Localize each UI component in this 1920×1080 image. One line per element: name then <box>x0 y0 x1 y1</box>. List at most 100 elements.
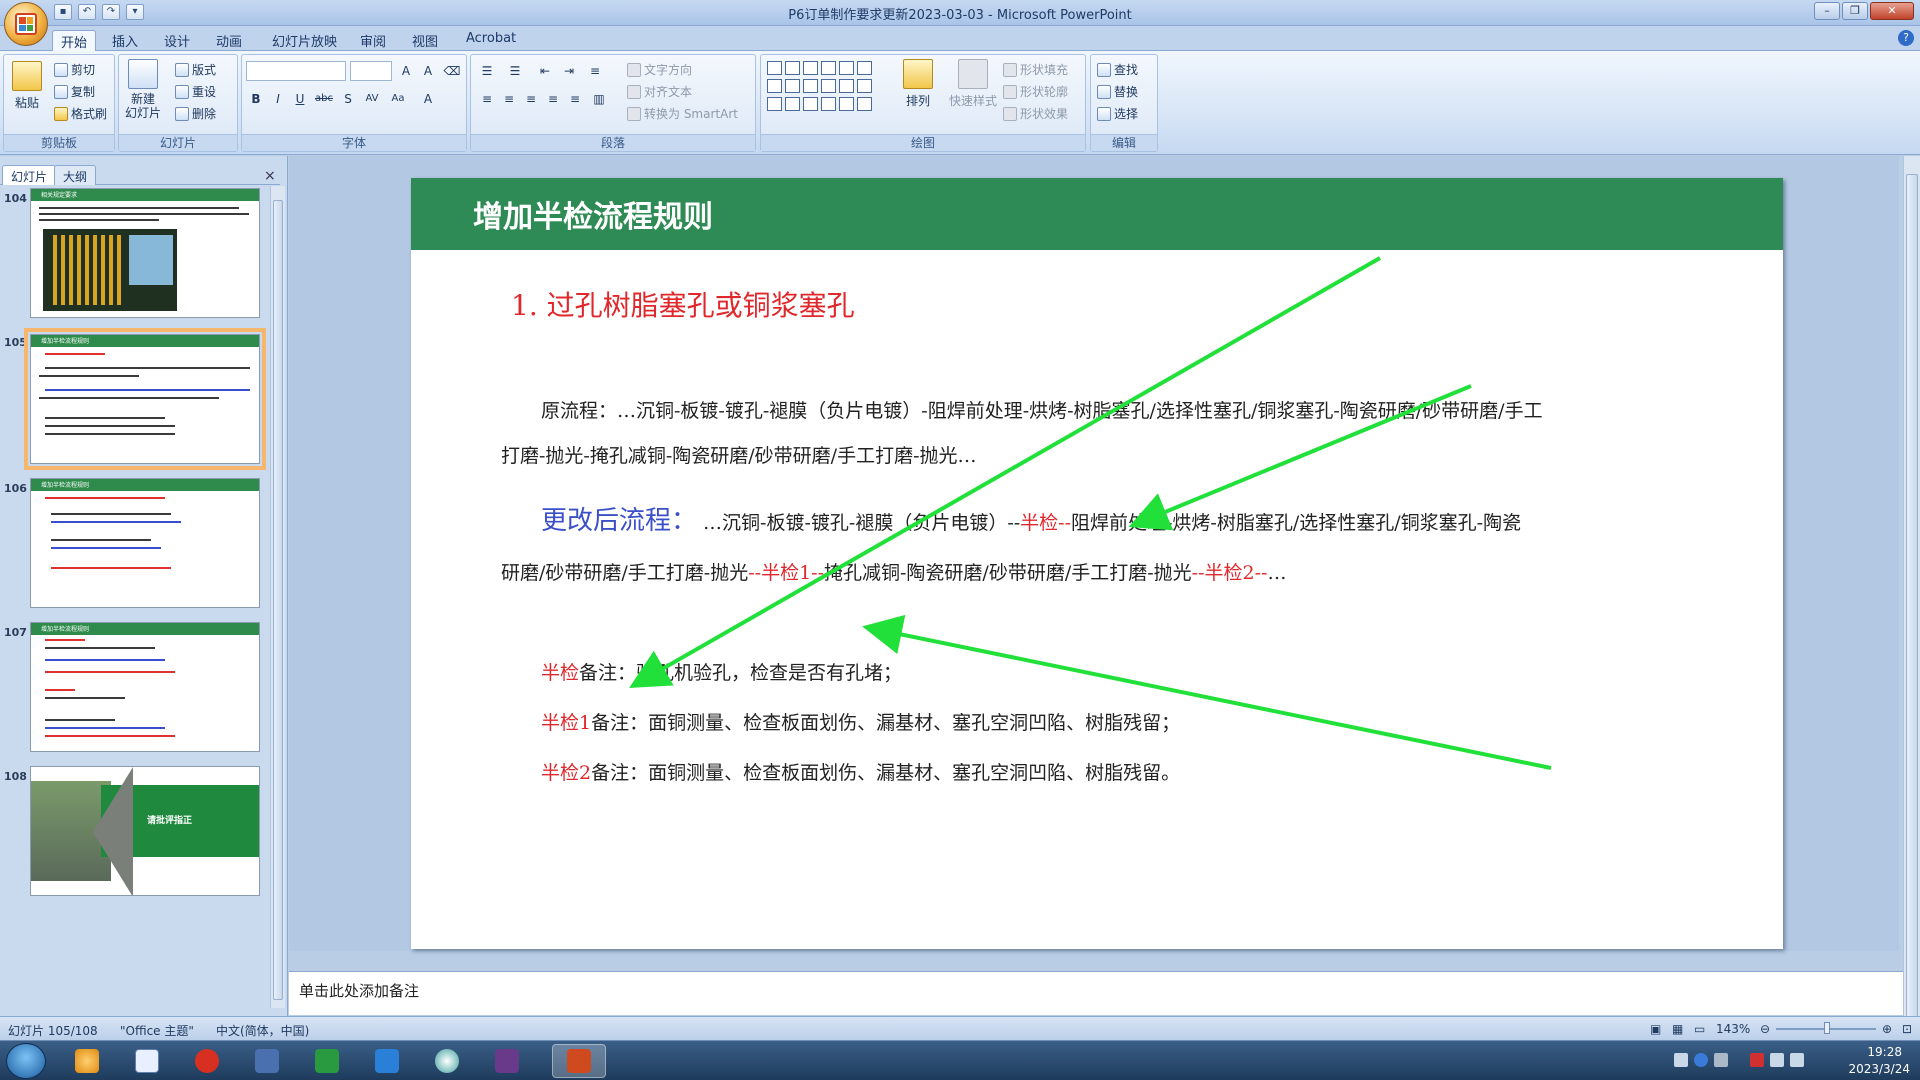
clock-time[interactable]: 19:28 <box>1867 1045 1902 1059</box>
underline-button[interactable]: U <box>290 89 310 109</box>
language[interactable]: 中文(简体，中国) <box>216 1022 309 1039</box>
text-direction-button[interactable]: 文字方向 <box>627 61 692 78</box>
layout-button[interactable]: 版式 <box>175 61 216 78</box>
help-tray-icon[interactable] <box>1694 1053 1708 1067</box>
distribute-button[interactable]: ≡ <box>565 89 585 109</box>
line-spacing-button[interactable]: ≡ <box>585 61 605 81</box>
fit-slide-icon[interactable]: ⊡ <box>1902 1022 1912 1036</box>
tab-slides[interactable]: 幻灯片 <box>2 165 57 185</box>
taskbar-app-green[interactable] <box>300 1044 354 1078</box>
justify-button[interactable]: ≡ <box>543 89 563 109</box>
tab-home[interactable]: 开始 <box>52 30 97 51</box>
numbering-button[interactable]: ☰ <box>505 61 525 81</box>
replace-button[interactable]: 替换 <box>1097 83 1138 100</box>
taskbar-app-shell[interactable] <box>60 1044 114 1078</box>
close-pane-icon[interactable]: × <box>264 168 276 184</box>
find-button[interactable]: 查找 <box>1097 61 1138 78</box>
new-slide-button[interactable]: 新建 幻灯片 <box>125 59 161 120</box>
floppy-icon <box>255 1049 279 1073</box>
reset-button[interactable]: 重设 <box>175 83 216 100</box>
shape-outline-button[interactable]: 形状轮廓 <box>1003 83 1068 100</box>
tab-view[interactable]: 视图 <box>404 30 446 51</box>
notes-pane[interactable]: 单击此处添加备注 <box>289 971 1903 1015</box>
align-text-button[interactable]: 对齐文本 <box>627 83 692 100</box>
slide-thumbnail-108[interactable]: 请批评指正 <box>30 766 260 896</box>
font-name-combo[interactable] <box>246 61 346 81</box>
new-slide-icon <box>128 59 158 89</box>
start-button[interactable] <box>6 1043 46 1079</box>
maximize-button[interactable]: ❐ <box>1842 2 1868 20</box>
shrink-font-button[interactable]: A <box>418 61 438 81</box>
tab-outline[interactable]: 大纲 <box>54 165 97 185</box>
align-left-button[interactable]: ≡ <box>477 89 497 109</box>
tab-design[interactable]: 设计 <box>156 30 198 51</box>
slide-canvas[interactable]: 增加半检流程规则 1. 过孔树脂塞孔或铜浆塞孔 原流程：…沉铜-板镀-镀孔-褪膜… <box>411 178 1783 949</box>
thumbnail-scrollbar[interactable] <box>270 186 285 1008</box>
decrease-indent-button[interactable]: ⇤ <box>535 61 555 81</box>
font-color-button[interactable]: A <box>418 89 438 109</box>
font-size-combo[interactable] <box>350 61 392 81</box>
tab-insert[interactable]: 插入 <box>104 30 146 51</box>
flag-icon[interactable] <box>1750 1053 1764 1067</box>
keyboard-icon[interactable] <box>1674 1053 1688 1067</box>
taskbar-app-x[interactable] <box>480 1044 534 1078</box>
smartart-button[interactable]: 转换为 SmartArt <box>627 105 738 122</box>
arrange-button[interactable]: 排列 <box>903 59 933 109</box>
strikethrough-button[interactable]: abc <box>314 89 334 109</box>
notes-placeholder[interactable]: 单击此处添加备注 <box>299 980 419 1001</box>
shape-fill-button[interactable]: 形状填充 <box>1003 61 1068 78</box>
paste-button[interactable]: 粘贴 <box>12 61 42 111</box>
tray-icon[interactable] <box>1714 1053 1728 1067</box>
delete-slide-button[interactable]: 删除 <box>175 105 216 122</box>
slide-thumbnail-107[interactable]: 增加半检流程规则 <box>30 622 260 752</box>
tab-acrobat[interactable]: Acrobat <box>458 30 524 51</box>
slide-thumbnail-106[interactable]: 增加半检流程规则 <box>30 478 260 608</box>
zoom-slider-knob[interactable] <box>1824 1022 1830 1034</box>
minimize-button[interactable]: – <box>1814 2 1840 20</box>
sorter-view-icon[interactable]: ▦ <box>1672 1022 1683 1036</box>
clock-date[interactable]: 2023/3/24 <box>1848 1062 1910 1076</box>
clear-format-button[interactable]: ⌫ <box>442 61 462 81</box>
close-button[interactable]: ✕ <box>1870 2 1914 20</box>
quick-styles-button[interactable]: 快速样式 <box>949 59 997 109</box>
italic-button[interactable]: I <box>268 89 288 109</box>
tab-review[interactable]: 审阅 <box>352 30 394 51</box>
smartart-icon <box>627 106 641 121</box>
select-button[interactable]: 选择 <box>1097 105 1138 122</box>
network-icon[interactable] <box>1790 1053 1804 1067</box>
taskbar-app-red[interactable] <box>180 1044 234 1078</box>
change-case-button[interactable]: Aa <box>388 89 408 109</box>
taskbar-app-save[interactable] <box>240 1044 294 1078</box>
slide-thumbnail-105[interactable]: 增加半检流程规则 <box>24 328 266 470</box>
zoom-level[interactable]: 143% <box>1716 1022 1750 1036</box>
shape-effects-button[interactable]: 形状效果 <box>1003 105 1068 122</box>
shadow-button[interactable]: S <box>338 89 358 109</box>
zoom-in-icon[interactable]: ⊕ <box>1882 1022 1892 1036</box>
normal-view-icon[interactable]: ▣ <box>1650 1022 1661 1036</box>
volume-icon[interactable] <box>1770 1053 1784 1067</box>
zoom-out-icon[interactable]: ⊖ <box>1760 1022 1770 1036</box>
tab-slideshow[interactable]: 幻灯片放映 <box>264 30 345 51</box>
copy-button[interactable]: 复制 <box>54 83 95 100</box>
align-center-button[interactable]: ≡ <box>499 89 519 109</box>
spacing-button[interactable]: AV <box>362 89 382 109</box>
taskbar-app-powerpoint[interactable] <box>552 1044 606 1078</box>
taskbar-app-arrow[interactable] <box>360 1044 414 1078</box>
slideshow-view-icon[interactable]: ▭ <box>1694 1022 1705 1036</box>
bullets-button[interactable]: ☰ <box>477 61 497 81</box>
tab-animation[interactable]: 动画 <box>208 30 250 51</box>
grow-font-button[interactable]: A <box>396 61 416 81</box>
columns-button[interactable]: ▥ <box>589 89 609 109</box>
taskbar-app-eye[interactable] <box>420 1044 474 1078</box>
slide-thumbnail-104[interactable]: 相关规定要求 <box>30 188 260 318</box>
slide-scrollbar[interactable] <box>1903 156 1920 1024</box>
align-right-button[interactable]: ≡ <box>521 89 541 109</box>
help-icon[interactable]: ? <box>1898 30 1914 46</box>
office-button[interactable] <box>4 2 48 46</box>
format-painter-button[interactable]: 格式刷 <box>54 105 107 122</box>
bold-button[interactable]: B <box>246 89 266 109</box>
increase-indent-button[interactable]: ⇥ <box>559 61 579 81</box>
taskbar-app-notepad[interactable] <box>120 1044 174 1078</box>
eye-icon <box>435 1049 459 1073</box>
cut-button[interactable]: 剪切 <box>54 61 95 78</box>
